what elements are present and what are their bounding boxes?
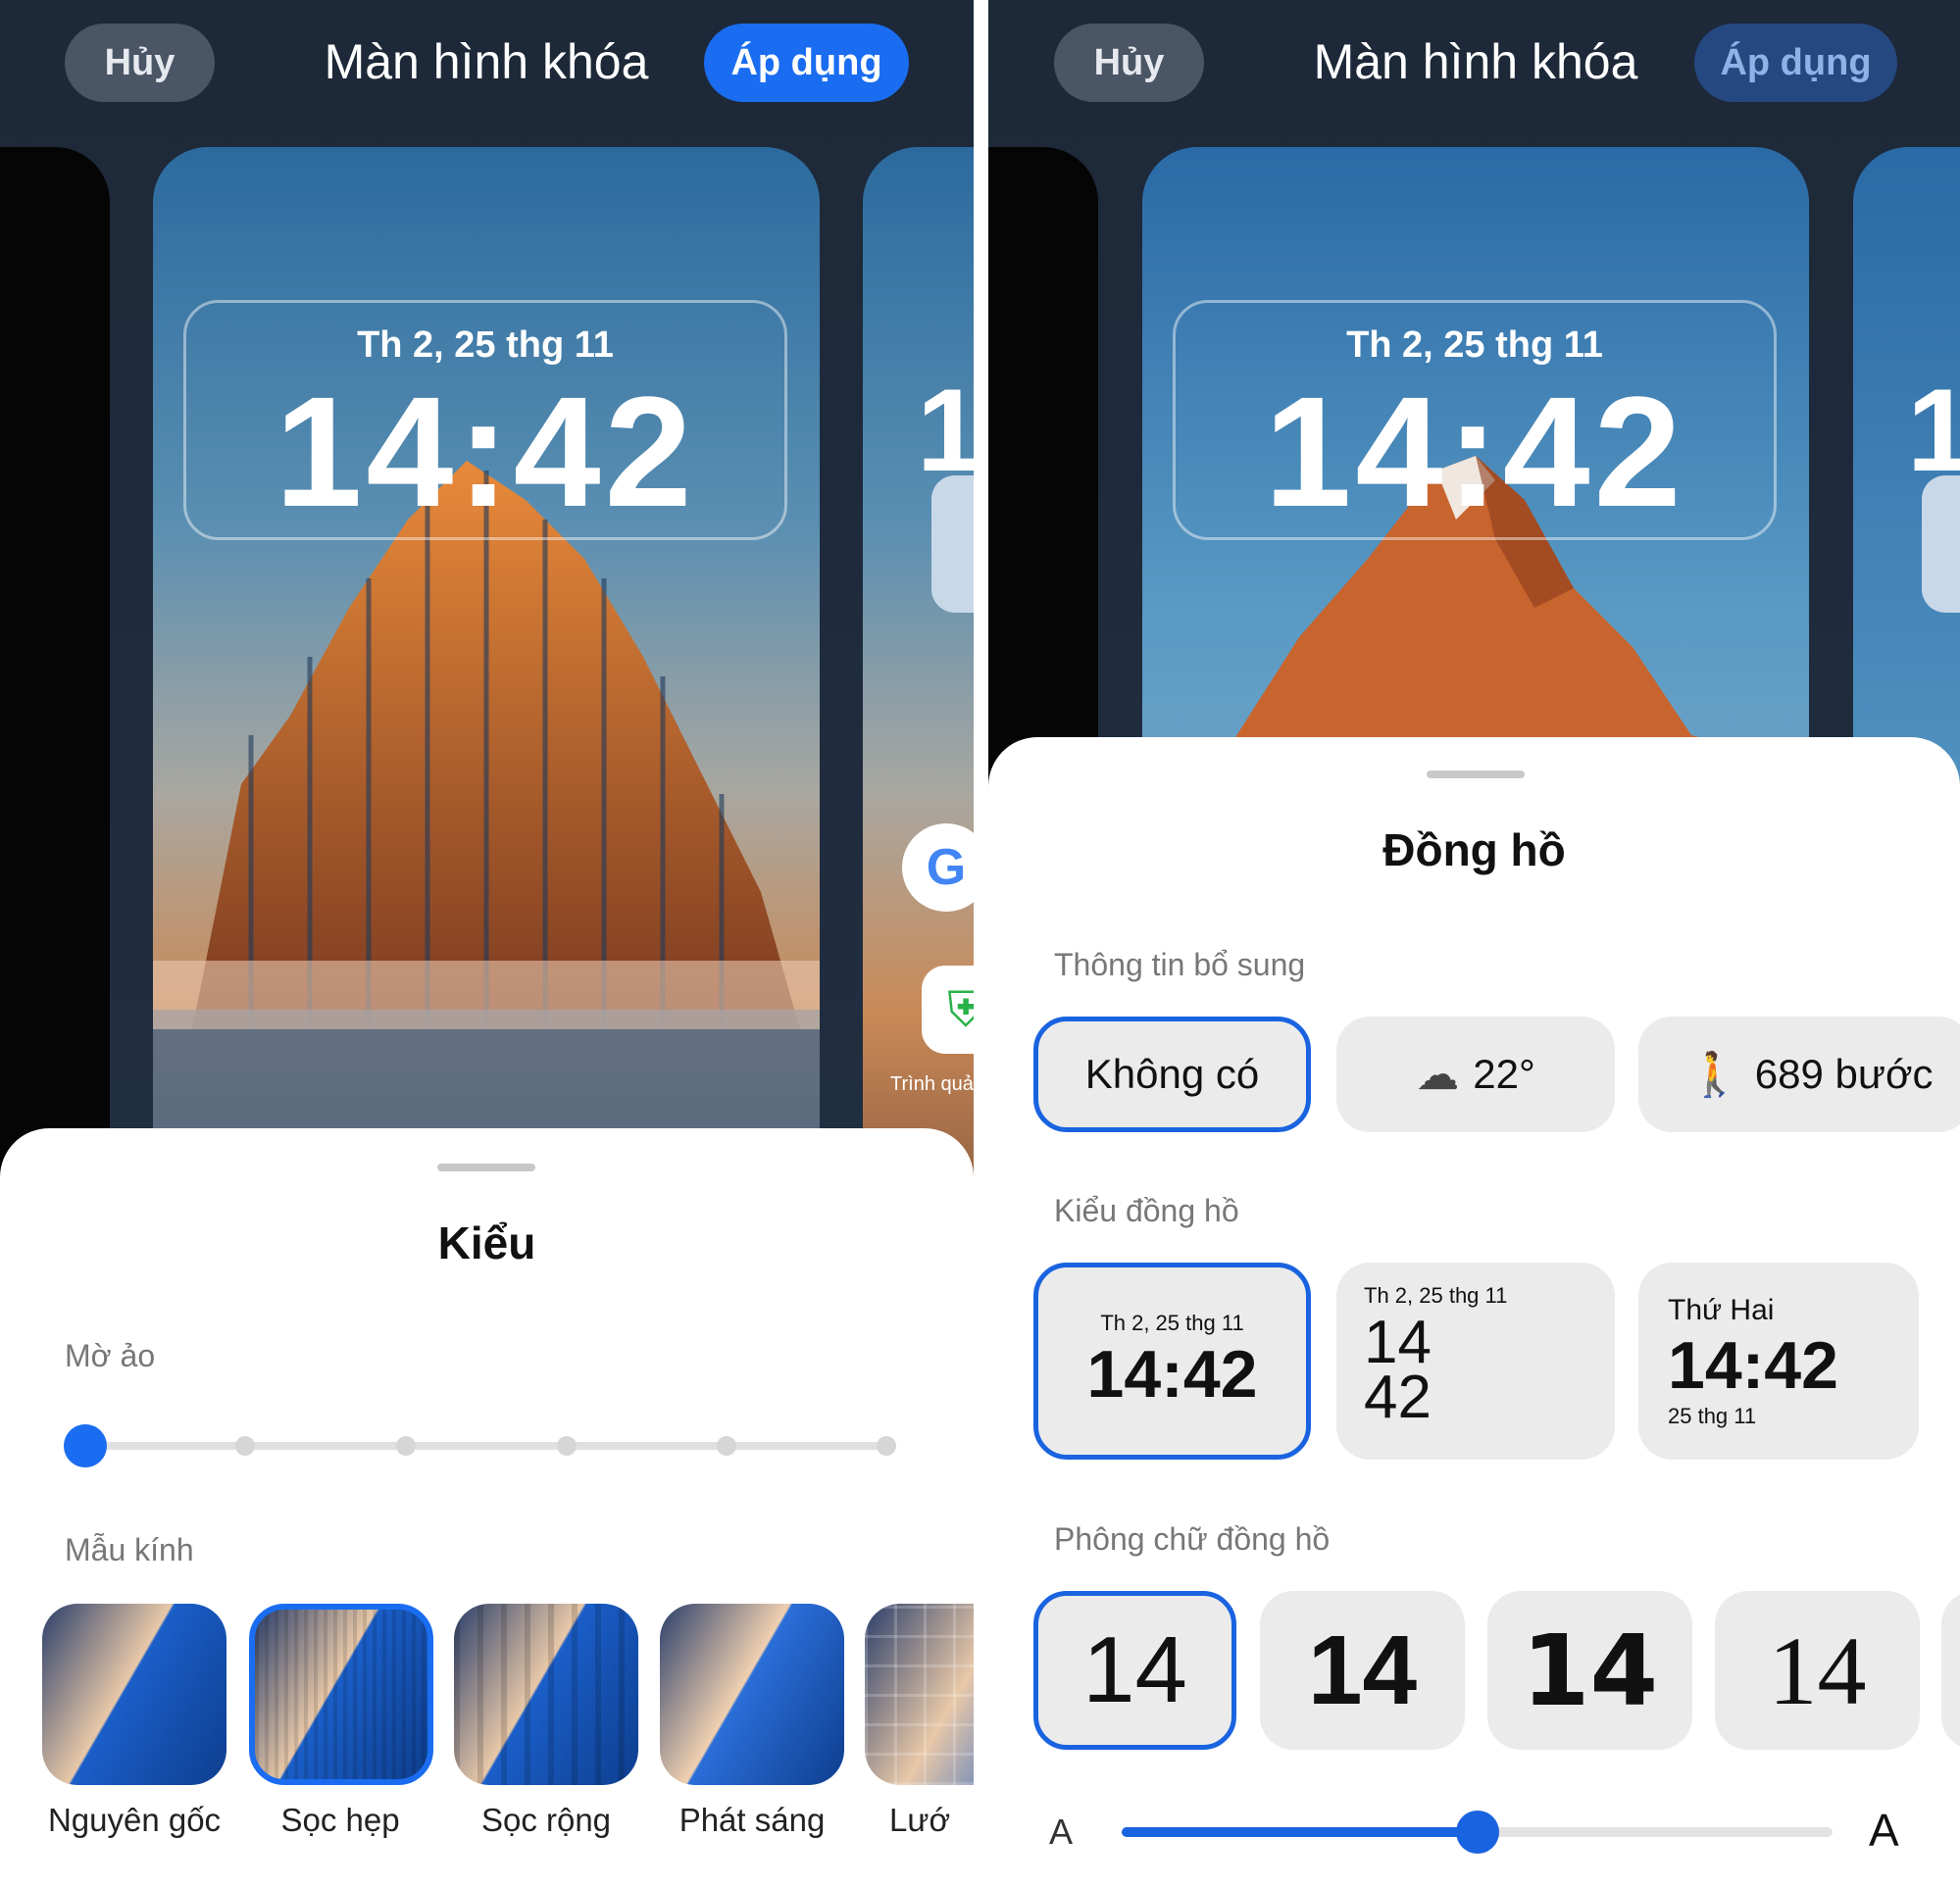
font-sample: 14 <box>1521 1613 1659 1728</box>
font-option-2[interactable]: 14 <box>1260 1591 1465 1750</box>
side-preview-right[interactable]: 1 G ⛨ Trình quả <box>863 147 974 1225</box>
cloud-icon: ☁ <box>1416 1050 1460 1099</box>
clock-style-label: Kiểu đồng hồ <box>1054 1193 1239 1228</box>
clock-widget[interactable]: Th 2, 25 thg 11 14:42 <box>1173 300 1777 540</box>
apply-button[interactable]: Áp dụng <box>1694 24 1897 102</box>
glass-option-label: Lướ <box>889 1802 951 1838</box>
size-slider-thumb[interactable] <box>1455 1811 1499 1854</box>
app-label: Trình quả <box>890 1073 974 1095</box>
font-option-4[interactable]: 14 <box>1715 1591 1920 1750</box>
style-day: Thứ Hai <box>1668 1293 1775 1326</box>
blur-slider-track[interactable] <box>85 1442 887 1450</box>
right-screen: Hủy Màn hình khóa Áp dụng Th 2, 25 thg 1… <box>988 0 1960 1887</box>
chip-label: 22° <box>1473 1051 1535 1097</box>
chip-label: Không có <box>1084 1051 1260 1097</box>
page-title: Màn hình khóa <box>324 34 649 89</box>
walking-icon: 🚶 <box>1687 1051 1741 1099</box>
clock-widget[interactable]: Th 2, 25 thg 11 14:42 <box>183 300 787 540</box>
sheet-handle[interactable] <box>1427 770 1525 778</box>
glass-option-original[interactable] <box>42 1604 226 1785</box>
glass-option-label: Sọc hẹp <box>280 1802 400 1838</box>
apply-button[interactable]: Áp dụng <box>704 24 909 102</box>
blur-step[interactable] <box>717 1436 736 1456</box>
style-time: 14:42 <box>1668 1327 1838 1403</box>
font-sample: 14 <box>1768 1615 1867 1725</box>
glass-option-label: Phát sáng <box>678 1802 826 1838</box>
clock-style-stacked[interactable]: Th 2, 25 thg 11 14 42 <box>1336 1263 1615 1460</box>
clock-date: Th 2, 25 thg 11 <box>357 324 614 366</box>
size-slider-fill <box>1122 1827 1478 1837</box>
chip-label: 689 bước <box>1754 1051 1934 1097</box>
divider <box>974 0 988 1887</box>
glass-option-label: Nguyên gốc <box>47 1802 222 1838</box>
style-time: 14:42 <box>1086 1336 1258 1412</box>
sheet-handle[interactable] <box>437 1164 535 1171</box>
sheet-title: Đồng hồ <box>1382 824 1566 875</box>
glass-option-grid[interactable] <box>865 1604 974 1785</box>
clock-style-centered[interactable]: Th 2, 25 thg 11 14:42 <box>1033 1263 1311 1460</box>
blur-step[interactable] <box>877 1436 896 1456</box>
glass-option-label: Sọc rộng <box>480 1802 612 1838</box>
style-date: Th 2, 25 thg 11 <box>1100 1310 1244 1335</box>
extra-info-label: Thông tin bổ sung <box>1054 947 1306 982</box>
left-screen: Hủy Màn hình khóa Áp dụng Th 2, 25 thg 1… <box>0 0 974 1887</box>
blur-label: Mờ ảo <box>65 1338 156 1373</box>
side-preview-left[interactable] <box>0 147 110 1225</box>
security-shield-icon: ⛨ <box>922 966 974 1054</box>
google-icon: G <box>902 823 974 912</box>
blur-step[interactable] <box>557 1436 577 1456</box>
cancel-button[interactable]: Hủy <box>1054 24 1204 102</box>
style-minute: 42 <box>1364 1363 1432 1431</box>
extra-option-steps[interactable]: 🚶 689 bước <box>1638 1017 1960 1132</box>
size-large-label: A <box>1869 1805 1899 1856</box>
clock-time: 14:42 <box>1264 364 1685 539</box>
app-icon <box>1922 475 1960 613</box>
extra-option-none[interactable]: Không có <box>1033 1017 1311 1132</box>
style-date: 25 thg 11 <box>1668 1403 1757 1428</box>
font-option-5[interactable] <box>1941 1591 1960 1750</box>
blur-slider-thumb[interactable] <box>64 1424 107 1467</box>
app-icon <box>931 475 974 613</box>
cancel-button[interactable]: Hủy <box>65 24 215 102</box>
font-sample: 14 <box>1082 1617 1187 1722</box>
page-title: Màn hình khóa <box>1313 34 1638 89</box>
clock-style-left-aligned[interactable]: Thứ Hai 14:42 25 thg 11 <box>1638 1263 1919 1460</box>
clock-font-label: Phông chữ đồng hồ <box>1054 1521 1331 1557</box>
glass-label: Mẫu kính <box>65 1532 194 1567</box>
sheet-title: Kiểu <box>437 1217 536 1268</box>
blur-step[interactable] <box>235 1436 255 1456</box>
glass-option-wide-stripes[interactable] <box>454 1604 638 1785</box>
clock-time: 14:42 <box>275 364 696 539</box>
size-small-label: A <box>1049 1812 1074 1852</box>
style-date: Th 2, 25 thg 11 <box>1364 1283 1508 1308</box>
glass-option-glow[interactable] <box>660 1604 844 1785</box>
font-option-3[interactable]: 14 <box>1487 1591 1692 1750</box>
font-option-1[interactable]: 14 <box>1033 1591 1236 1750</box>
lockscreen-preview[interactable]: Th 2, 25 thg 11 14:42 <box>153 147 820 1225</box>
clock-date: Th 2, 25 thg 11 <box>1346 324 1603 366</box>
font-sample: 14 <box>1307 1614 1418 1725</box>
glass-option-narrow-stripes[interactable] <box>249 1604 433 1785</box>
blur-step[interactable] <box>396 1436 416 1456</box>
style-hour: 14 <box>1364 1308 1432 1376</box>
extra-option-weather[interactable]: ☁ 22° <box>1336 1017 1615 1132</box>
